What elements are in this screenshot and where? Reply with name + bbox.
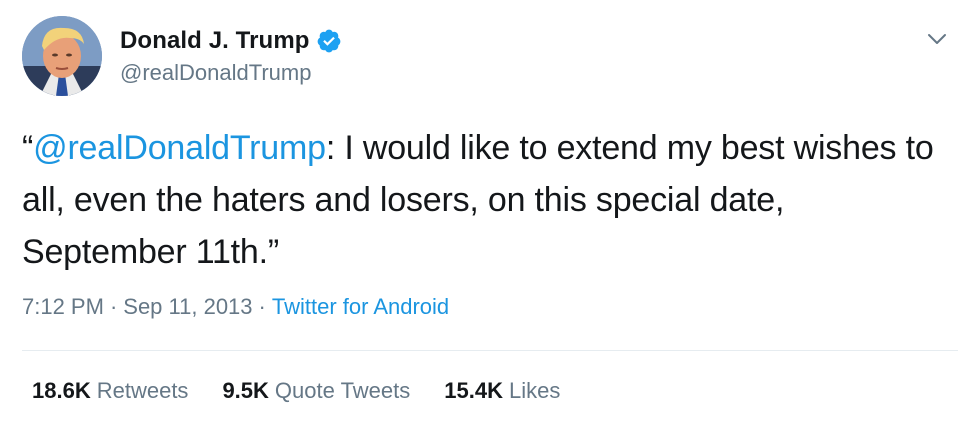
likes-label: Likes (508, 378, 561, 403)
chevron-down-icon[interactable] (924, 26, 950, 52)
quote-tweets-label: Quote Tweets (274, 378, 411, 403)
tweet-meta: 7:12 PM · Sep 11, 2013 · Twitter for Android (22, 294, 449, 320)
tweet-date[interactable]: Sep 11, 2013 (123, 294, 252, 319)
handle[interactable]: @realDonaldTrump (120, 60, 342, 86)
meta-separator: · (258, 294, 266, 319)
tweet-header: Donald J. Trump @realDonaldTrump (22, 16, 958, 102)
verified-badge-icon (316, 28, 342, 54)
display-name[interactable]: Donald J. Trump (120, 27, 310, 55)
meta-separator: · (109, 294, 118, 319)
quote-tweets-count: 9.5K (222, 378, 269, 403)
avatar[interactable] (22, 16, 102, 96)
tweet-time[interactable]: 7:12 PM (22, 294, 104, 319)
retweets-stat[interactable]: 18.6K Retweets (32, 378, 188, 404)
quote-tweets-stat[interactable]: 9.5K Quote Tweets (222, 378, 410, 404)
open-quote: “ (22, 129, 34, 167)
likes-stat[interactable]: 15.4K Likes (444, 378, 560, 404)
retweets-count: 18.6K (32, 378, 91, 403)
likes-count: 15.4K (444, 378, 503, 403)
avatar-image (22, 16, 102, 96)
tweet-stats: 18.6K Retweets 9.5K Quote Tweets 15.4K Like… (32, 378, 594, 404)
retweets-label: Retweets (96, 378, 189, 403)
tweet-source-link[interactable]: Twitter for Android (272, 294, 449, 319)
tweet-text: “@realDonaldTrump: I would like to exten… (22, 122, 952, 278)
divider (22, 350, 958, 351)
author-info: Donald J. Trump @realDonaldTrump (120, 26, 342, 86)
mention-link[interactable]: @realDonaldTrump (33, 129, 326, 167)
